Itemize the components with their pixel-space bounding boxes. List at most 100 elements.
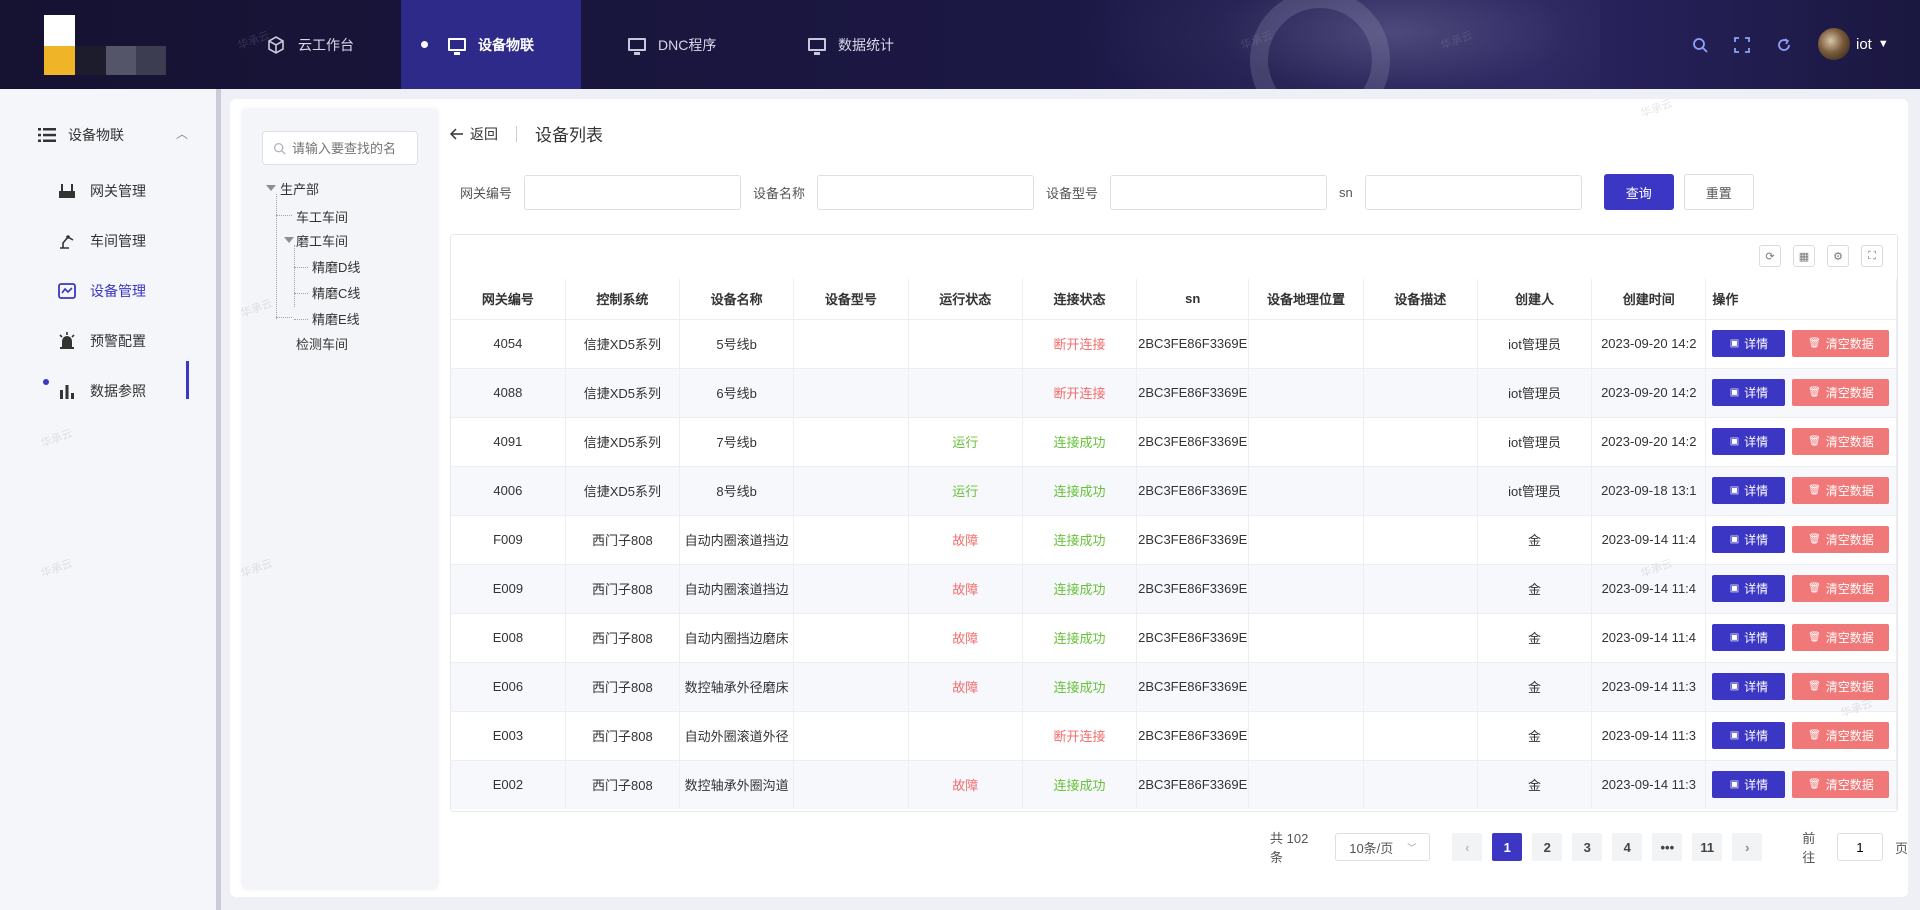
cell-creator: 金 (1477, 612, 1593, 662)
tree-node-inspection[interactable]: 检测车间 (296, 334, 348, 353)
detail-button[interactable]: ▣ 详情 (1712, 771, 1786, 799)
document-icon: ▣ (1729, 632, 1740, 643)
cell-connection-status: 断开连接 (1022, 367, 1138, 417)
more-pages-button[interactable]: ••• (1652, 833, 1683, 861)
tree-node-turning-workshop[interactable]: 车工车间 (296, 207, 348, 226)
clear-data-button[interactable]: 🗑 清空数据 (1792, 330, 1890, 357)
detail-button[interactable]: ▣ 详情 (1712, 673, 1786, 700)
device-model-label: 设备型号 (1046, 185, 1099, 201)
search-icon[interactable] (1690, 35, 1710, 55)
sn-input[interactable] (1364, 174, 1582, 210)
clear-data-button[interactable]: 🗑 清空数据 (1792, 526, 1890, 553)
clear-data-button[interactable]: 🗑 清空数据 (1792, 379, 1890, 406)
nav-device-iot[interactable]: 设备物联 (401, 0, 581, 89)
caret-down-icon[interactable] (284, 237, 294, 243)
sidebar-item-device[interactable]: 设备管理 (56, 280, 196, 302)
tree-node-production[interactable]: 生产部 (280, 179, 319, 198)
table-row: 4006 信捷XD5系列 8号线b 运行 连接成功 2BC3FE86F3369E iot管理… (451, 465, 1897, 515)
cell-device-name: 自动内圈滚道挡边 (679, 563, 795, 613)
org-tree-panel: 生产部 车工车间 磨工车间 精磨D线 精磨C线 精磨E线 检测车间 (242, 109, 438, 889)
refresh-icon[interactable]: ⟳ (1759, 245, 1781, 267)
cell-creator: 金 (1477, 661, 1593, 711)
cell-run-status: 运行 (908, 465, 1023, 515)
tree-node-line-d[interactable]: 精磨D线 (312, 257, 360, 276)
clear-data-button[interactable]: 🗑 清空数据 (1792, 575, 1890, 602)
page-button[interactable]: 11 (1692, 833, 1723, 861)
column-header: 运行状态 (908, 279, 1023, 319)
clear-label: 清空数据 (1825, 631, 1874, 645)
app-logo[interactable] (44, 15, 166, 75)
page-button[interactable]: 1 (1492, 833, 1523, 861)
caret-down-icon[interactable] (266, 185, 276, 191)
detail-button[interactable]: ▣ 详情 (1712, 477, 1786, 504)
cell-device-name: 自动外圈滚道外径 (679, 710, 795, 760)
cell-device-model (793, 661, 909, 711)
detail-button[interactable]: ▣ 详情 (1712, 428, 1786, 455)
tree-node-line-c[interactable]: 精磨C线 (312, 283, 360, 302)
clear-data-button[interactable]: 🗑 清空数据 (1792, 477, 1890, 504)
fullscreen-icon[interactable]: ⛶ (1861, 245, 1883, 267)
page-button[interactable]: 2 (1532, 833, 1563, 861)
cell-location (1248, 612, 1364, 662)
nav-dnc-program[interactable]: DNC程序 (628, 0, 716, 89)
gear-icon[interactable]: ⚙ (1827, 245, 1849, 267)
tree-connector (276, 215, 292, 216)
sidebar-item-label: 设备管理 (90, 283, 146, 299)
sidebar-item-data-reference[interactable]: 数据参照 (56, 380, 196, 402)
detail-button[interactable]: ▣ 详情 (1712, 722, 1786, 749)
prev-page-button[interactable]: ‹ (1452, 833, 1483, 861)
gateway-no-input[interactable] (524, 174, 742, 210)
page-size-select[interactable]: 10条/页 ﹀ (1335, 833, 1431, 861)
reset-button[interactable]: 重置 (1683, 174, 1754, 210)
fullscreen-icon[interactable] (1732, 35, 1752, 55)
clear-data-button[interactable]: 🗑 清空数据 (1792, 673, 1890, 700)
cell-run-status: 故障 (908, 612, 1023, 662)
tree-node-grinding-workshop[interactable]: 磨工车间 (296, 231, 348, 250)
cell-control-system: 信捷XD5系列 (565, 465, 681, 515)
page-button[interactable]: 3 (1572, 833, 1603, 861)
table-row: 4088 信捷XD5系列 6号线b 断开连接 2BC3FE86F3369E iot管理员 2… (451, 367, 1897, 417)
clear-data-button[interactable]: 🗑 清空数据 (1792, 428, 1890, 455)
page-button[interactable]: 4 (1612, 833, 1643, 861)
clear-label: 清空数据 (1825, 435, 1874, 449)
sidebar-item-gateway[interactable]: 网关管理 (56, 180, 196, 202)
column-header: 网关编号 (451, 279, 566, 319)
sidebar-item-alarm[interactable]: 预警配置 (56, 330, 196, 352)
table-toolbar: ⟳ ▦ ⚙ ⛶ (1759, 245, 1883, 267)
detail-button[interactable]: ▣ 详情 (1712, 379, 1786, 406)
clear-data-button[interactable]: 🗑 清空数据 (1792, 722, 1890, 749)
table-row: E002 西门子808 数控轴承外圈沟道 故障 连接成功 2BC3FE86F3369E 金 2… (451, 759, 1897, 809)
column-header: 设备型号 (793, 279, 909, 319)
cell-sn: 2BC3FE86F3369E (1136, 318, 1250, 368)
table-row: F009 西门子808 自动内圈滚道挡边 故障 连接成功 2BC3FE86F3369E 金 2… (451, 514, 1897, 564)
cell-actions: ▣ 详情 🗑 清空数据 (1705, 759, 1897, 809)
device-name-input[interactable] (817, 174, 1035, 210)
tree-node-line-e[interactable]: 精磨E线 (312, 309, 360, 328)
device-model-input[interactable] (1110, 174, 1328, 210)
detail-button[interactable]: ▣ 详情 (1712, 575, 1786, 602)
detail-label: 详情 (1744, 729, 1769, 743)
nav-statistics[interactable]: 数据统计 (808, 0, 894, 89)
sidebar-item-workshop[interactable]: 车间管理 (56, 230, 196, 252)
cell-sn: 2BC3FE86F3369E (1136, 514, 1250, 564)
detail-button[interactable]: ▣ 详情 (1712, 526, 1786, 553)
cell-connection-status: 连接成功 (1022, 465, 1138, 515)
detail-label: 详情 (1744, 435, 1769, 449)
column-header: 控制系统 (565, 279, 681, 319)
nav-cloud-workbench[interactable]: 云工作台 (266, 0, 354, 89)
clear-data-button[interactable]: 🗑 清空数据 (1792, 771, 1890, 799)
detail-button[interactable]: ▣ 详情 (1712, 330, 1786, 357)
tree-search-input[interactable] (292, 140, 412, 156)
sidebar-group-header[interactable]: 设备物联 ︿ (38, 125, 188, 145)
columns-grid-icon[interactable]: ▦ (1793, 245, 1815, 267)
tree-search[interactable] (262, 131, 418, 165)
back-button[interactable]: 返回 (450, 124, 498, 144)
user-menu[interactable]: iot ▼ (1818, 28, 1889, 60)
clear-data-button[interactable]: 🗑 清空数据 (1792, 624, 1890, 651)
next-page-button[interactable]: › (1732, 833, 1763, 861)
refresh-icon[interactable] (1774, 35, 1794, 55)
cell-device-model (793, 318, 909, 368)
goto-page-input[interactable] (1836, 833, 1883, 861)
query-button[interactable]: 查询 (1603, 174, 1674, 210)
detail-button[interactable]: ▣ 详情 (1712, 624, 1786, 651)
